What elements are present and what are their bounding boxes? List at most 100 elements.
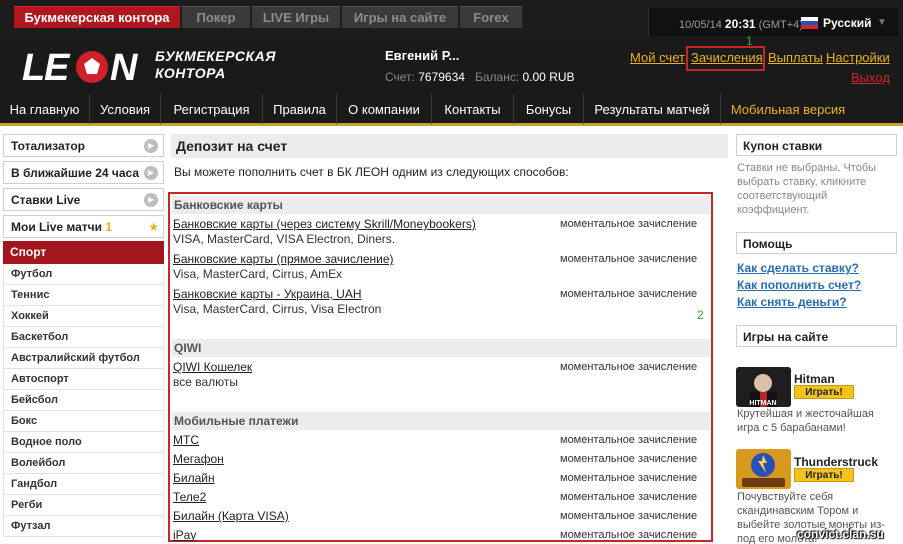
nav-registration[interactable]: Регистрация [161,94,263,124]
sport-item-baseball[interactable]: Бейсбол [3,390,164,411]
intro-text: Вы можете пополнить счет в БК ЛЕОН одним… [174,165,569,179]
game-desc-hitman: Крутейшая и жесточайшая игра с 5 барабан… [737,408,874,434]
nav-contacts[interactable]: Контакты [432,94,514,124]
method-tele2[interactable]: Теле2 [173,490,206,504]
tab-bookmaker[interactable]: Букмекерская контора [14,6,180,28]
tab-live-games[interactable]: LIVE Игры [252,6,340,28]
hitman-thumb-label: HITMAN [749,400,776,407]
play-hitman-button[interactable]: Играть! [794,385,854,399]
game-name-hitman: Hitman [794,372,835,386]
sidebar-my-live[interactable]: Мои Live матчи 1 ★ [3,215,164,238]
method-status: моментальное зачисление [560,288,698,300]
thunderstruck-game-thumbnail[interactable] [736,449,791,489]
method-status: моментальное зачисление [560,218,698,230]
method-direct-cards[interactable]: Банковские карты (прямое зачисление) [173,252,394,266]
sport-item-tennis[interactable]: Теннис [3,285,164,306]
sport-item-volleyball[interactable]: Волейбол [3,453,164,474]
help-link-how-to-deposit[interactable]: Как пополнить счет? [737,278,861,292]
sport-item-futsal[interactable]: Футзал [3,516,164,537]
sport-item-aussie-football[interactable]: Австралийский футбол [3,348,164,369]
annotation-2: 2 [697,308,704,322]
section-mobile-payments: Мобильные платежи [172,412,710,430]
method-subtitle: все валюты [173,375,239,389]
sport-list: Футбол Теннис Хоккей Баскетбол Австралий… [3,264,164,537]
logout-link[interactable]: Выход [851,70,890,85]
nav-match-results[interactable]: Результаты матчей [584,94,721,124]
method-subtitle: Visa, MasterCard, Cirrus, AmEx [173,267,343,281]
tab-poker[interactable]: Покер [182,6,250,28]
sport-item-motorsport[interactable]: Автоспорт [3,369,164,390]
my-account-link[interactable]: Мой счет [630,50,685,65]
tab-site-games[interactable]: Игры на сайте [342,6,458,28]
timezone: (GMT+4) [758,19,803,31]
coupon-text: Ставки не выбраны. Чтобы выбрать ставку,… [737,162,877,216]
sidebar-totalizator[interactable]: Тотализатор ▶ [3,134,164,157]
account-info: Счет: 7679634 Баланс: 0.00 RUB [385,70,575,84]
method-status: моментальное зачисление [560,434,698,446]
chevron-down-icon[interactable]: ▼ [877,17,887,28]
sidebar-next-24h-label: В ближайшие 24 часа [11,166,140,180]
method-ukraine-cards[interactable]: Банковские карты - Украина, UAH [173,287,362,301]
brand-line2: КОНТОРА [155,65,226,81]
sidebar-next-24h[interactable]: В ближайшие 24 часа ▶ [3,161,164,184]
nav-home[interactable]: На главную [0,94,90,124]
nav-mobile-version[interactable]: Мобильная версия [721,94,855,124]
sidebar-totalizator-label: Тотализатор [11,139,86,153]
settings-link[interactable]: Настройки [826,50,890,65]
help-link-how-to-withdraw[interactable]: Как снять деньги? [737,295,847,309]
method-status: моментальное зачисление [560,253,698,265]
brand-line1: БУКМЕКЕРСКАЯ [155,48,276,64]
datetime: 10/05/14 20:31 (GMT+4) [679,17,803,31]
leon-logo[interactable]: L E N [22,46,150,86]
play-thunderstruck-button[interactable]: Играть! [794,468,854,482]
method-beeline[interactable]: Билайн [173,471,215,485]
nav-bonuses[interactable]: Бонусы [514,94,584,124]
nav-rules[interactable]: Правила [263,94,337,124]
play-arrow-icon: ▶ [144,139,158,153]
method-megafon[interactable]: Мегафон [173,452,224,466]
nav-terms[interactable]: Условия [90,94,161,124]
account-number: 7679634 [418,70,465,84]
balance-label: Баланс: [474,70,520,84]
sport-item-rugby[interactable]: Регби [3,495,164,516]
coupon-title: Купон ставки [736,134,897,156]
sport-item-handball[interactable]: Гандбол [3,474,164,495]
date: 10/05/14 [679,19,722,31]
language-select[interactable]: Русский [823,16,872,30]
top-bar: Букмекерская контора Покер LIVE Игры Игр… [0,0,903,38]
main-nav: На главную Условия Регистрация Правила О… [0,94,903,126]
game-name-thunderstruck: Thunderstruck [794,455,879,469]
time: 20:31 [724,17,756,31]
tab-forex[interactable]: Forex [460,6,522,28]
sport-item-basketball[interactable]: Баскетбол [3,327,164,348]
method-skrill-cards[interactable]: Банковские карты (через систему Skrill/M… [173,217,476,231]
hitman-game-thumbnail[interactable]: HITMAN [736,367,791,407]
payouts-link[interactable]: Выплаты [768,50,823,65]
russia-flag-icon[interactable] [801,17,818,29]
sport-item-hockey[interactable]: Хоккей [3,306,164,327]
method-status: моментальное зачисление [560,361,698,373]
sport-item-water-polo[interactable]: Водное поло [3,432,164,453]
method-status: моментальное зачисление [560,491,698,503]
deposits-link[interactable]: Зачисления [691,50,763,65]
help-link-how-to-bet[interactable]: Как сделать ставку? [737,261,859,275]
sidebar-my-live-label: Мои Live матчи [11,220,102,234]
method-mts[interactable]: МТС [173,433,199,447]
svg-text:L: L [22,47,45,86]
nav-about[interactable]: О компании [337,94,432,124]
method-ipay[interactable]: iPay [173,528,196,542]
sport-item-boxing[interactable]: Бокс [3,411,164,432]
sidebar-live-bets-label: Ставки Live [11,193,81,207]
method-status: моментальное зачисление [560,472,698,484]
sidebar-live-bets[interactable]: Ставки Live ▶ [3,188,164,211]
account-label: Счет: [385,70,415,84]
section-bank-cards: Банковские карты [172,196,710,214]
annotation-1: 1 [746,34,753,48]
play-arrow-icon: ▶ [144,166,158,180]
sport-header: Спорт [3,241,164,264]
method-qiwi-wallet[interactable]: QIWI Кошелек [173,360,252,374]
header: L E N БУКМЕКЕРСКАЯ КОНТОРА Евгений Р... … [0,34,903,94]
sport-item-football[interactable]: Футбол [3,264,164,285]
watermark: convict.clan.su [797,527,884,541]
method-beeline-visa[interactable]: Билайн (Карта VISA) [173,509,289,523]
